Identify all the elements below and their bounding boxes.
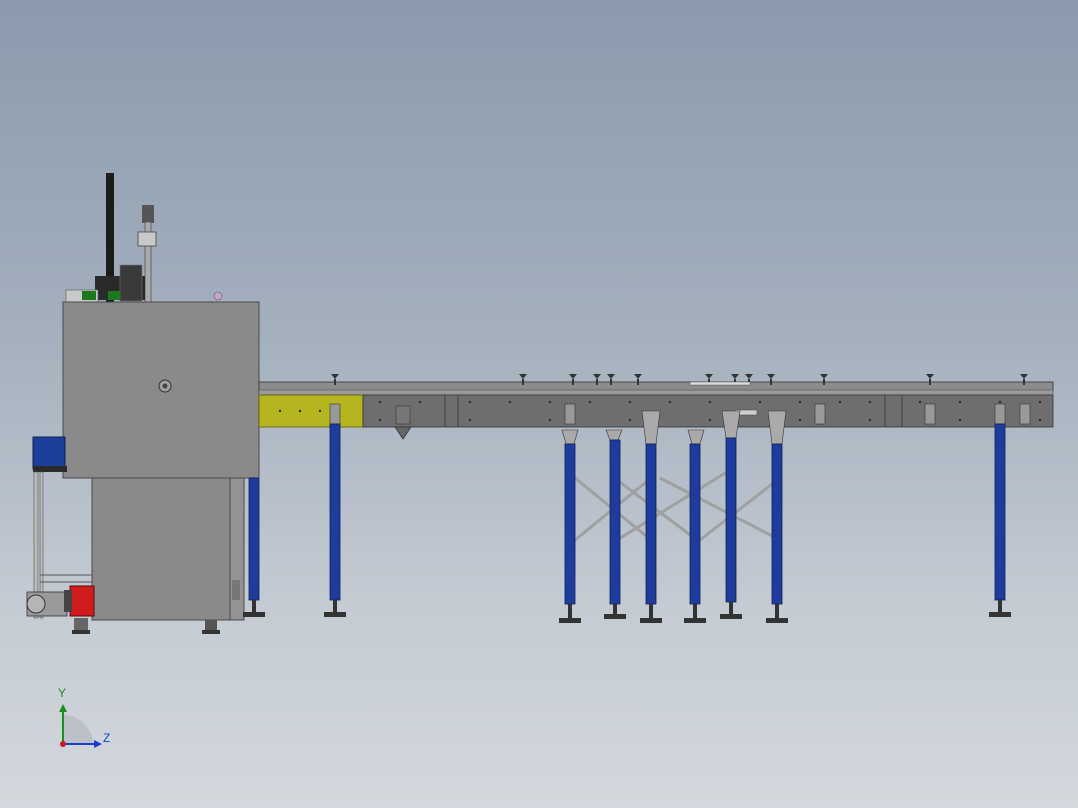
leveling-feet: [243, 600, 1011, 623]
top-mast-assembly: [65, 173, 223, 303]
x-axis-dot: [60, 741, 66, 747]
conveyor-machine-model[interactable]: [0, 0, 1078, 808]
machine-cabinet: [62, 301, 260, 621]
cross-braces: [574, 468, 781, 542]
drive-motor: [64, 585, 95, 634]
triad-z-label: Z: [103, 731, 111, 745]
triad-y-label: Y: [58, 686, 67, 700]
3d-graphics-viewport[interactable]: Y Z: [0, 0, 1078, 808]
support-legs: [248, 423, 1006, 605]
